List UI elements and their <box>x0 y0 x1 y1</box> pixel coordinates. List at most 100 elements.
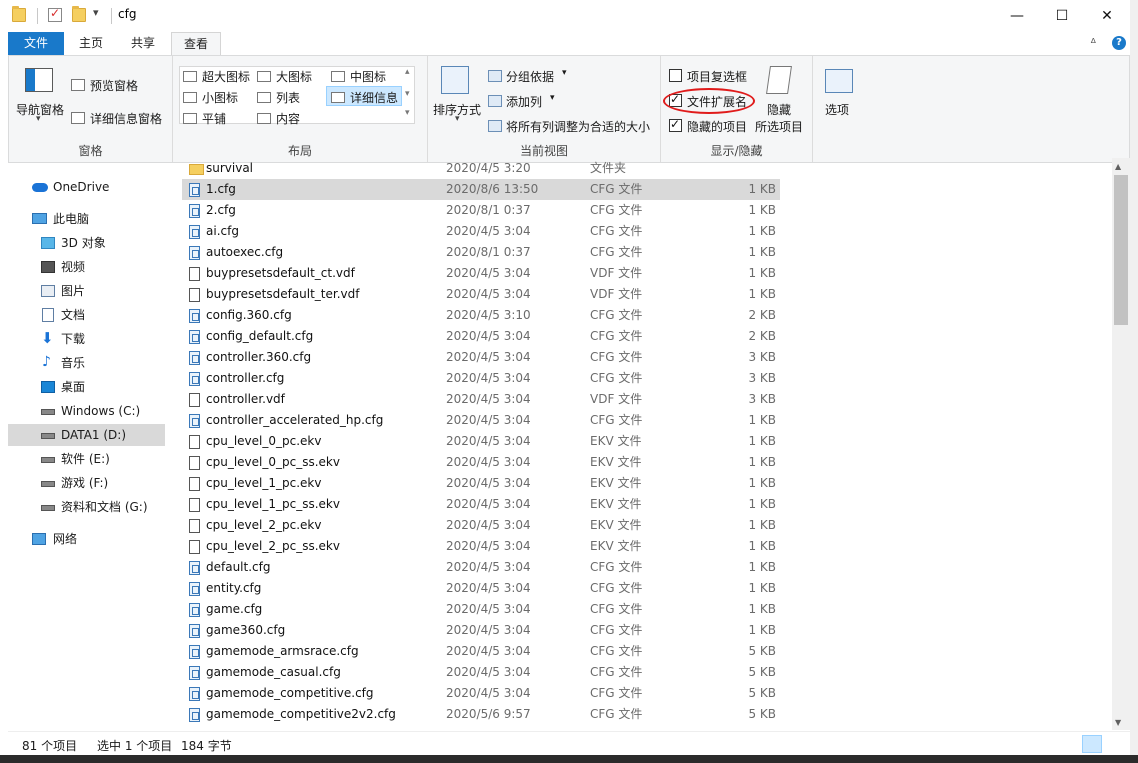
file-row[interactable]: controller.cfg 2020/4/5 3:04 CFG 文件 3 KB <box>182 368 780 389</box>
large-icons-view-button[interactable] <box>1106 735 1126 753</box>
file-row[interactable]: autoexec.cfg 2020/8/1 0:37 CFG 文件 1 KB <box>182 242 780 263</box>
nav-item-drive-f[interactable]: 游戏 (F:) <box>8 472 165 494</box>
file-type: EKV 文件 <box>590 518 642 532</box>
file-row[interactable]: cpu_level_2_pc.ekv 2020/4/5 3:04 EKV 文件 1 K… <box>182 515 780 536</box>
close-button[interactable]: ✕ <box>1084 0 1130 32</box>
hide-selected-icon[interactable] <box>766 66 792 94</box>
nav-item-videos[interactable]: 视频 <box>8 256 165 278</box>
hidden-items-checkbox[interactable] <box>669 117 682 132</box>
scroll-up-arrow[interactable]: ▲ <box>1115 162 1121 171</box>
file-row[interactable]: controller_accelerated_hp.cfg 2020/4/5 3:… <box>182 410 780 431</box>
layout-scroll-down-icon[interactable]: ▾ <box>405 89 410 99</box>
nav-item-music[interactable]: ♪ 音乐 <box>8 352 165 374</box>
tab-home[interactable]: 主页 <box>70 32 112 56</box>
sort-dropdown-icon[interactable]: ▾ <box>455 114 460 124</box>
options-group: 选项 <box>813 56 869 162</box>
scrollbar-thumb[interactable] <box>1114 175 1128 325</box>
details-pane-button[interactable]: 详细信息窗格 <box>90 110 162 127</box>
layout-extra-large-icons[interactable]: 超大图标 <box>183 68 250 85</box>
layout-content[interactable]: 内容 <box>257 110 300 127</box>
nav-item-drive-e[interactable]: 软件 (E:) <box>8 448 165 470</box>
file-row[interactable]: config_default.cfg 2020/4/5 3:04 CFG 文件 2 K… <box>182 326 780 347</box>
nav-item-drive-g[interactable]: 资料和文档 (G:) <box>8 496 165 518</box>
item-checkboxes-checkbox[interactable] <box>669 69 682 82</box>
file-row[interactable]: controller.360.cfg 2020/4/5 3:04 CFG 文件 3 K… <box>182 347 780 368</box>
help-icon[interactable]: ? <box>1112 36 1126 50</box>
file-name: entity.cfg <box>206 581 262 595</box>
nav-item-this-pc[interactable]: 此电脑 <box>8 208 165 230</box>
options-button[interactable]: 选项 <box>825 101 849 118</box>
folder-icon <box>189 164 204 175</box>
group-by-button[interactable]: 分组依据 <box>506 68 554 85</box>
file-row[interactable]: game360.cfg 2020/4/5 3:04 CFG 文件 1 KB <box>182 620 780 641</box>
file-row[interactable]: ai.cfg 2020/4/5 3:04 CFG 文件 1 KB <box>182 221 780 242</box>
file-row[interactable]: game.cfg 2020/4/5 3:04 CFG 文件 1 KB <box>182 599 780 620</box>
tab-view[interactable]: 查看 <box>171 32 221 56</box>
collapse-ribbon-icon[interactable]: ᐞ <box>1090 36 1097 50</box>
file-date: 2020/4/5 3:04 <box>446 371 531 385</box>
file-row[interactable]: gamemode_competitive2v2.cfg 2020/5/6 9:57… <box>182 704 780 725</box>
maximize-button[interactable]: ☐ <box>1039 0 1085 32</box>
add-column-button[interactable]: 添加列 <box>506 93 542 110</box>
nav-pane-icon[interactable] <box>25 68 53 92</box>
drive-icon <box>41 457 55 463</box>
hide-selected-button-line2[interactable]: 所选项目 <box>755 118 803 135</box>
file-row[interactable]: config.360.cfg 2020/4/5 3:10 CFG 文件 2 KB <box>182 305 780 326</box>
file-row[interactable]: cpu_level_2_pc_ss.ekv 2020/4/5 3:04 EKV 文件… <box>182 536 780 557</box>
nav-item-desktop[interactable]: 桌面 <box>8 376 165 398</box>
new-folder-icon[interactable] <box>72 6 86 22</box>
preview-pane-button[interactable]: 预览窗格 <box>90 77 138 94</box>
tab-share[interactable]: 共享 <box>122 32 164 56</box>
file-row[interactable]: 2.cfg 2020/8/1 0:37 CFG 文件 1 KB <box>182 200 780 221</box>
layout-details[interactable]: 详细信息 <box>331 89 398 106</box>
properties-icon[interactable] <box>48 6 62 22</box>
layout-tiles[interactable]: 平铺 <box>183 110 226 127</box>
hide-selected-button[interactable]: 隐藏 <box>767 101 791 118</box>
file-row[interactable]: gamemode_casual.cfg 2020/4/5 3:04 CFG 文件 5 … <box>182 662 780 683</box>
customize-quick-access-icon[interactable]: ▾ <box>93 6 99 19</box>
nav-item-drive-d[interactable]: DATA1 (D:) <box>8 424 165 446</box>
sort-icon[interactable] <box>441 66 469 94</box>
file-row[interactable]: survival 2020/4/5 3:20 文件夹 <box>182 158 780 179</box>
file-row[interactable]: gamemode_armsrace.cfg 2020/4/5 3:04 CFG 文件… <box>182 641 780 662</box>
ribbon-tabs: 文件 主页 共享 查看 <box>0 32 1138 56</box>
options-icon[interactable] <box>825 69 853 93</box>
group-by-dropdown-icon[interactable]: ▾ <box>562 68 567 78</box>
file-row[interactable]: buypresetsdefault_ter.vdf 2020/4/5 3:04 VD… <box>182 284 780 305</box>
file-row[interactable]: buypresetsdefault_ct.vdf 2020/4/5 3:04 VDF… <box>182 263 780 284</box>
file-size: 1 KB <box>748 602 776 616</box>
file-row[interactable]: default.cfg 2020/4/5 3:04 CFG 文件 1 KB <box>182 557 780 578</box>
nav-item-network[interactable]: 网络 <box>8 528 165 550</box>
nav-item-documents[interactable]: 文档 <box>8 304 165 326</box>
layout-list[interactable]: 列表 <box>257 89 300 106</box>
file-type: EKV 文件 <box>590 455 642 469</box>
tab-file[interactable]: 文件 <box>8 32 64 56</box>
layout-large-icons[interactable]: 大图标 <box>257 68 312 85</box>
file-row[interactable]: entity.cfg 2020/4/5 3:04 CFG 文件 1 KB <box>182 578 780 599</box>
file-name: survival <box>206 161 254 175</box>
file-date: 2020/4/5 3:04 <box>446 686 531 700</box>
details-view-button[interactable] <box>1082 735 1102 753</box>
file-row[interactable]: cpu_level_0_pc_ss.ekv 2020/4/5 3:04 EKV 文件… <box>182 452 780 473</box>
nav-item-downloads[interactable]: ⬇ 下载 <box>8 328 165 350</box>
layout-small-icons[interactable]: 小图标 <box>183 89 238 106</box>
layout-more-icon[interactable]: ▾ <box>405 108 410 118</box>
scroll-down-arrow[interactable]: ▼ <box>1115 718 1121 727</box>
nav-item-pictures[interactable]: 图片 <box>8 280 165 302</box>
file-row[interactable]: gamemode_competitive.cfg 2020/4/5 3:04 CFG… <box>182 683 780 704</box>
nav-item-onedrive[interactable]: OneDrive <box>8 176 165 198</box>
file-row[interactable]: 1.cfg 2020/8/6 13:50 CFG 文件 1 KB <box>182 179 780 200</box>
file-row[interactable]: cpu_level_0_pc.ekv 2020/4/5 3:04 EKV 文件 1 K… <box>182 431 780 452</box>
layout-medium-icons[interactable]: 中图标 <box>331 68 386 85</box>
minimize-button[interactable]: — <box>994 0 1040 32</box>
file-list: survival 2020/4/5 3:20 文件夹 1.cfg 2020/8/6 13… <box>182 158 782 730</box>
fit-columns-button[interactable]: 将所有列调整为合适的大小 <box>506 118 650 135</box>
file-row[interactable]: controller.vdf 2020/4/5 3:04 VDF 文件 3 KB <box>182 389 780 410</box>
nav-pane-dropdown-icon[interactable]: ▾ <box>36 114 41 124</box>
nav-item-drive-c[interactable]: Windows (C:) <box>8 400 165 422</box>
layout-scroll-up-icon[interactable]: ▴ <box>405 67 410 77</box>
file-row[interactable]: cpu_level_1_pc_ss.ekv 2020/4/5 3:04 EKV 文件… <box>182 494 780 515</box>
nav-item-3d-objects[interactable]: 3D 对象 <box>8 232 165 254</box>
add-column-dropdown-icon[interactable]: ▾ <box>550 93 555 103</box>
file-row[interactable]: cpu_level_1_pc.ekv 2020/4/5 3:04 EKV 文件 1 K… <box>182 473 780 494</box>
